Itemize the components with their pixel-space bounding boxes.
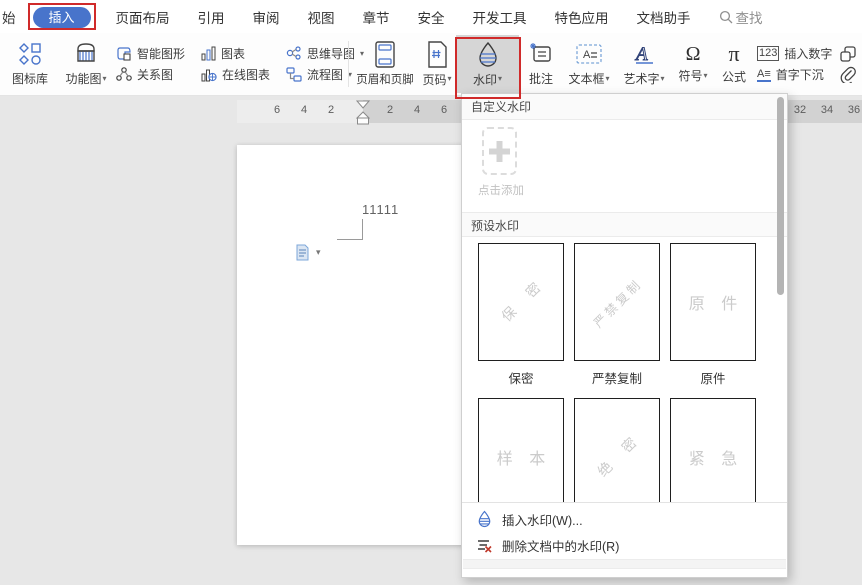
pi-icon: π <box>728 43 739 65</box>
tab-references[interactable]: 引用 <box>184 7 239 27</box>
annotation-box-insert-tab: 插入 <box>28 3 96 30</box>
preset-label: 原件 <box>670 368 756 387</box>
shapes-icon <box>17 41 43 67</box>
add-watermark-label: 点击添加 <box>478 182 524 198</box>
diagram-group: 智能图形 图表 思维导图 ▾ 关系图 <box>116 35 364 93</box>
word-art-icon: A <box>631 41 657 67</box>
online-chart-button[interactable]: 在线图表 <box>201 66 270 83</box>
mind-map-icon <box>286 46 302 61</box>
chevron-down-icon: ▾ <box>661 75 665 83</box>
find-button[interactable]: 查找 <box>705 7 777 27</box>
chevron-down-icon: ▾ <box>448 75 452 83</box>
preset-watermark-urgent[interactable]: 紧 急 <box>670 398 756 516</box>
add-watermark-button[interactable] <box>482 127 517 175</box>
drop-cap-button[interactable]: A≡ 首字下沉 <box>757 66 832 83</box>
object-button[interactable] <box>840 46 857 62</box>
preset-label: 严禁复制 <box>574 368 660 387</box>
function-diagram-button[interactable]: 功能图▾ <box>58 35 114 93</box>
chevron-down-icon: ▾ <box>103 75 107 83</box>
relation-diagram-icon <box>116 67 132 82</box>
text-box-icon: A <box>575 41 603 67</box>
chevron-down-icon: ▾ <box>606 75 610 83</box>
chart-button[interactable]: 图表 <box>201 45 270 62</box>
panel-scrollbar[interactable] <box>777 97 784 295</box>
tab-review[interactable]: 审阅 <box>239 7 294 27</box>
flow-chart-icon <box>286 67 302 82</box>
comment-button[interactable]: 批注 <box>521 35 561 93</box>
numbers-123-icon: 123 <box>757 46 779 61</box>
delete-watermark-icon <box>476 537 493 554</box>
anchor-line <box>337 219 363 240</box>
paperclip-icon <box>840 66 856 83</box>
wps-writer-window: 始 插入 页面布局 引用 审阅 视图 章节 安全 开发工具 特色应用 文档助手 … <box>0 0 862 585</box>
number-dropcap-group: 123 插入数字 A≡ 首字下沉 <box>757 35 832 93</box>
attachment-button[interactable] <box>840 66 857 83</box>
omega-icon: Ω <box>686 44 701 64</box>
object-icon <box>840 46 857 62</box>
search-icon <box>719 10 733 24</box>
funnel-diagram-icon <box>73 41 99 67</box>
preset-watermark-top-secret[interactable]: 绝 密 <box>574 398 660 516</box>
tab-page-layout[interactable]: 页面布局 <box>102 7 184 27</box>
watermark-button[interactable]: 水印▾ <box>456 35 519 93</box>
drop-cap-icon: A≡ <box>757 68 771 82</box>
delete-watermark-menu-item[interactable]: 删除文档中的水印(R) <box>462 532 787 558</box>
page-number-icon <box>425 41 449 68</box>
preset-watermark-original[interactable]: 原 件 <box>670 243 756 361</box>
text-box-button[interactable]: A 文本框▾ <box>561 35 617 93</box>
online-chart-icon <box>201 67 217 82</box>
indent-marker[interactable] <box>356 100 370 126</box>
tab-dev-tools[interactable]: 开发工具 <box>459 7 541 27</box>
ribbon-toolbar: 图标库 功能图▾ 智能图形 <box>0 33 862 96</box>
custom-watermark-header: 自定义水印 <box>462 94 787 120</box>
preset-watermark-header: 预设水印 <box>462 212 787 237</box>
insert-number-button[interactable]: 123 插入数字 <box>757 45 832 62</box>
page-number-button[interactable]: 页码▾ <box>418 35 456 93</box>
chevron-down-icon: ▾ <box>498 75 502 83</box>
svg-text:A: A <box>634 44 648 65</box>
toolbar-separator <box>348 41 349 87</box>
icon-library-button[interactable]: 图标库 <box>4 35 56 93</box>
edge-icons-group <box>840 35 857 93</box>
watermark-icon <box>476 510 493 528</box>
relation-diagram-button[interactable]: 关系图 <box>116 66 185 83</box>
formula-button[interactable]: π 公式 <box>715 35 753 93</box>
preset-watermark-sample[interactable]: 样 本 <box>478 398 564 516</box>
document-icon <box>295 244 310 261</box>
tab-security[interactable]: 安全 <box>404 7 459 27</box>
panel-footer: 插入水印(W)... 删除文档中的水印(R) <box>462 502 787 577</box>
plus-icon <box>489 141 510 162</box>
smart-graphic-button[interactable]: 智能图形 <box>116 45 185 62</box>
svg-text:A: A <box>583 49 591 61</box>
header-footer-button[interactable]: 页眉和页脚 <box>352 35 418 93</box>
symbol-button[interactable]: Ω 符号▾ <box>671 35 715 93</box>
preset-watermark-confidential[interactable]: 保 密 <box>478 243 564 361</box>
chevron-down-icon: ▾ <box>316 248 321 257</box>
tab-doc-assistant[interactable]: 文档助手 <box>623 7 705 27</box>
tab-home-partial[interactable]: 始 <box>0 7 22 27</box>
body-text[interactable]: 11111 <box>362 202 399 217</box>
panel-footer-strip <box>463 559 786 569</box>
header-footer-icon <box>373 41 397 68</box>
tab-special-features[interactable]: 特色应用 <box>541 7 623 27</box>
tab-section[interactable]: 章节 <box>349 7 404 27</box>
insert-watermark-menu-item[interactable]: 插入水印(W)... <box>462 506 787 532</box>
comment-icon <box>528 41 554 67</box>
watermark-icon <box>475 41 501 68</box>
watermark-dropdown-panel: 自定义水印 点击添加 预设水印 保 密 严禁复制 原 件 保密 严禁复制 原件 … <box>461 93 788 578</box>
smart-graphic-icon <box>116 46 132 62</box>
chevron-down-icon: ▾ <box>704 72 708 80</box>
tab-insert[interactable]: 插入 <box>33 7 91 28</box>
bar-chart-icon <box>201 46 216 61</box>
preset-label: 保密 <box>478 368 564 387</box>
paste-options-button[interactable]: ▾ <box>295 244 321 261</box>
word-art-button[interactable]: A 艺术字▾ <box>617 35 671 93</box>
preset-watermark-no-copy[interactable]: 严禁复制 <box>574 243 660 361</box>
tab-view[interactable]: 视图 <box>294 7 349 27</box>
menubar: 始 插入 页面布局 引用 审阅 视图 章节 安全 开发工具 特色应用 文档助手 … <box>0 0 862 33</box>
